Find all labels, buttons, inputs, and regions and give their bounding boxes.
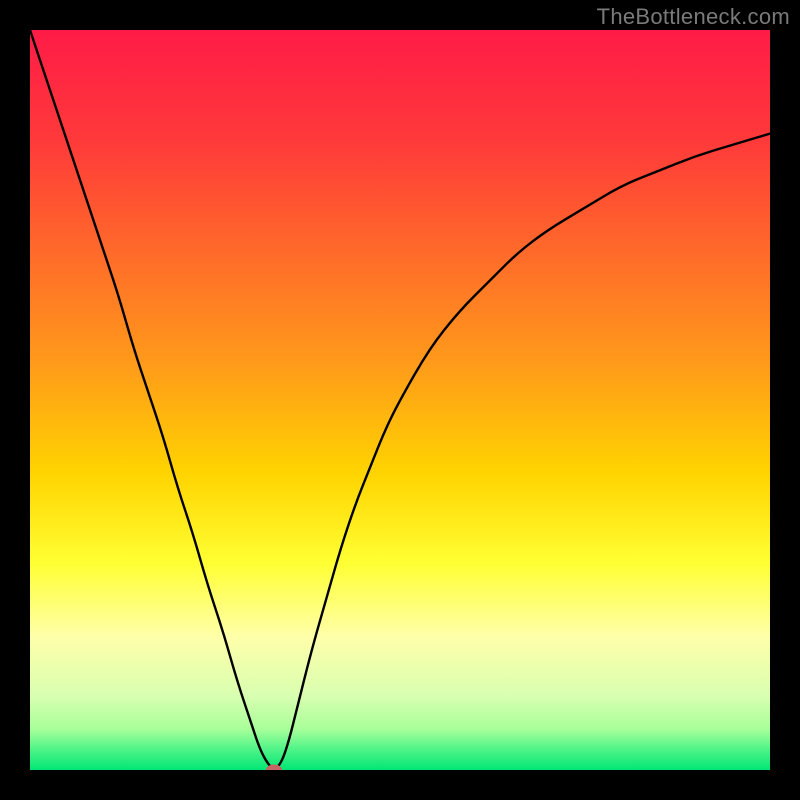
curve-layer (30, 30, 770, 770)
watermark-text: TheBottleneck.com (597, 4, 790, 30)
bottleneck-curve (30, 30, 770, 768)
plot-area (30, 30, 770, 770)
chart-frame: TheBottleneck.com (0, 0, 800, 800)
minimum-marker (266, 765, 282, 771)
